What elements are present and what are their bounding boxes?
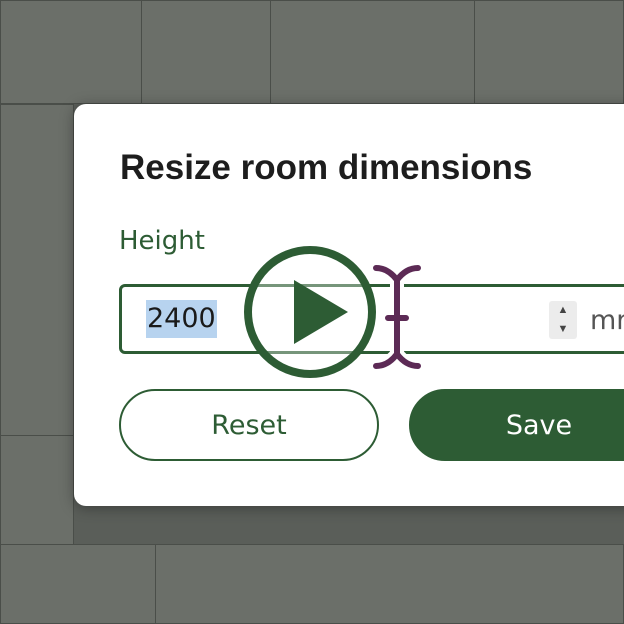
background-panel [155, 544, 624, 624]
unit-label: mm [590, 305, 624, 336]
background-panel [270, 0, 475, 104]
height-value-selected[interactable]: 2400 [146, 300, 217, 338]
background-panel [0, 544, 156, 624]
dialog-title: Resize room dimensions [120, 148, 533, 187]
increment-icon[interactable]: ▲ [549, 301, 577, 320]
height-stepper[interactable]: ▲ ▼ [549, 301, 577, 339]
background-panel [0, 104, 74, 436]
reset-button[interactable]: Reset [119, 389, 379, 461]
text-cursor-icon [369, 261, 425, 373]
background-panel [0, 0, 142, 104]
play-icon[interactable] [242, 244, 378, 380]
screen: Resize room dimensions Height 2400 ▲ ▼ m… [0, 0, 624, 624]
height-label: Height [119, 226, 205, 256]
save-button[interactable]: Save [409, 389, 624, 461]
background-panel [141, 0, 271, 104]
background-panel [474, 0, 624, 104]
background-panel [0, 435, 74, 545]
decrement-icon[interactable]: ▼ [549, 320, 577, 339]
